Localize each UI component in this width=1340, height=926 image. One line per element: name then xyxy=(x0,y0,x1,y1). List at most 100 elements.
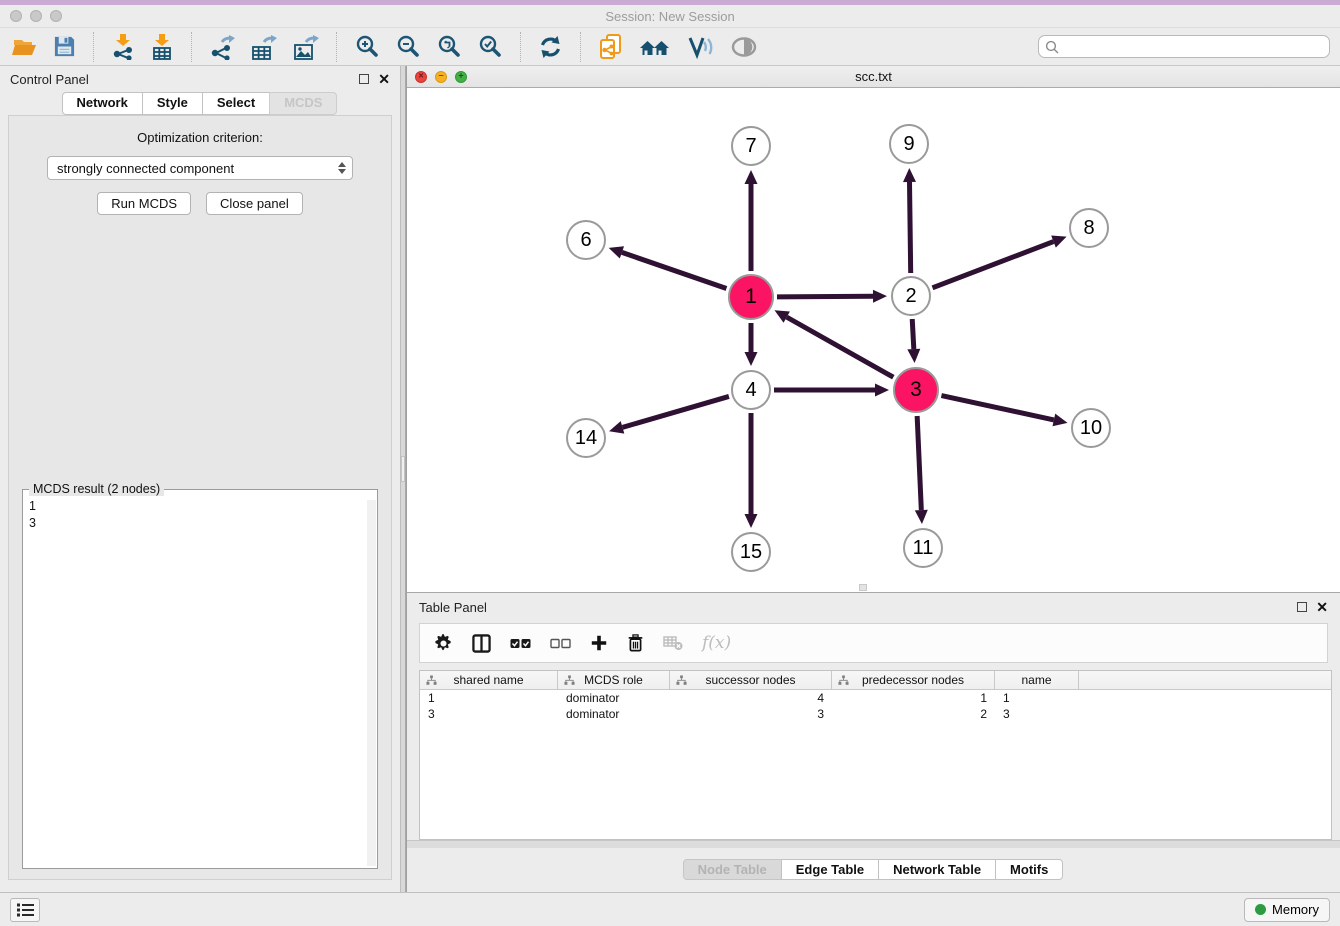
graph-node-4[interactable]: 4 xyxy=(731,370,771,410)
table-row[interactable]: 1dominator411 xyxy=(420,690,1331,706)
table-cell[interactable]: 1 xyxy=(420,691,558,705)
right-side: × − + scc.txt 7968124314101511 Table Pan… xyxy=(406,66,1340,892)
column-header-shared-name[interactable]: shared name xyxy=(420,671,558,689)
tab-style[interactable]: Style xyxy=(142,92,203,115)
memory-button[interactable]: Memory xyxy=(1244,898,1330,922)
refresh-icon xyxy=(538,35,563,59)
close-table-panel-icon[interactable]: ✕ xyxy=(1316,602,1328,612)
graph-node-14[interactable]: 14 xyxy=(566,418,606,458)
clone-network-button[interactable] xyxy=(596,31,625,63)
edge-3-1[interactable] xyxy=(775,310,894,377)
table-cell[interactable]: 4 xyxy=(670,691,832,705)
tab-select[interactable]: Select xyxy=(202,92,270,115)
table-cell[interactable]: dominator xyxy=(558,707,670,721)
column-header-predecessor-nodes[interactable]: predecessor nodes xyxy=(832,671,995,689)
graph-node-3[interactable]: 3 xyxy=(893,367,939,413)
graph-node-2[interactable]: 2 xyxy=(891,276,931,316)
edge-3-10[interactable] xyxy=(941,396,1067,427)
table-cell[interactable]: 2 xyxy=(832,707,995,721)
close-panel-button[interactable]: Close panel xyxy=(206,192,303,215)
select-all-rows-button[interactable] xyxy=(510,637,531,650)
edge-3-11[interactable] xyxy=(915,416,928,524)
refresh-button[interactable] xyxy=(536,33,565,61)
tab-mcds[interactable]: MCDS xyxy=(269,92,337,115)
table-cell[interactable]: 1 xyxy=(995,691,1079,705)
edge-1-2[interactable] xyxy=(777,290,887,303)
zoom-fit-icon xyxy=(436,34,462,60)
zoom-fit-button[interactable] xyxy=(434,32,464,62)
close-panel-icon[interactable]: ✕ xyxy=(378,74,390,84)
column-header-label: name xyxy=(1021,673,1051,687)
delete-table-button[interactable] xyxy=(663,635,683,651)
open-session-button[interactable] xyxy=(10,33,40,61)
function-builder-button[interactable]: f(x) xyxy=(702,633,731,653)
tab-motifs[interactable]: Motifs xyxy=(995,859,1063,880)
titlebar: Session: New Session xyxy=(0,5,1340,28)
search-input[interactable] xyxy=(1063,40,1323,54)
panel-divider[interactable] xyxy=(400,66,406,892)
tab-edge-table[interactable]: Edge Table xyxy=(781,859,879,880)
edge-1-6[interactable] xyxy=(609,246,727,288)
zoom-out-button[interactable] xyxy=(393,32,423,62)
search-box[interactable] xyxy=(1038,35,1330,58)
graph-node-8[interactable]: 8 xyxy=(1069,208,1109,248)
column-header-name[interactable]: name xyxy=(995,671,1079,689)
unchecked-boxes-icon xyxy=(550,637,571,650)
import-table-button[interactable] xyxy=(148,31,176,62)
table-cell[interactable]: 3 xyxy=(995,707,1079,721)
edge-2-8[interactable] xyxy=(932,235,1066,287)
graph-node-11[interactable]: 11 xyxy=(903,528,943,568)
graph-node-9[interactable]: 9 xyxy=(889,124,929,164)
column-header-label: MCDS role xyxy=(584,673,643,687)
cyndex-button[interactable] xyxy=(684,32,716,62)
save-session-button[interactable] xyxy=(51,33,78,60)
add-column-button[interactable] xyxy=(590,634,608,652)
edge-4-15[interactable] xyxy=(745,413,758,528)
table-cell[interactable]: dominator xyxy=(558,691,670,705)
divider-grip[interactable] xyxy=(401,456,405,482)
export-network-button[interactable] xyxy=(207,32,237,62)
table-settings-button[interactable] xyxy=(434,634,453,653)
edge-4-3[interactable] xyxy=(774,384,889,397)
float-table-panel-icon[interactable] xyxy=(1297,602,1307,612)
delete-column-button[interactable] xyxy=(627,633,644,653)
import-network-button[interactable] xyxy=(109,31,137,62)
graph-node-7[interactable]: 7 xyxy=(731,126,771,166)
graph-node-6[interactable]: 6 xyxy=(566,220,606,260)
graph-node-10[interactable]: 10 xyxy=(1071,408,1111,448)
graph-node-15[interactable]: 15 xyxy=(731,532,771,572)
export-table-button[interactable] xyxy=(248,32,279,62)
run-mcds-button[interactable]: Run MCDS xyxy=(97,192,191,215)
tab-network[interactable]: Network xyxy=(62,92,143,115)
edge-2-3[interactable] xyxy=(907,319,920,363)
edge-2-9[interactable] xyxy=(903,168,916,273)
mcds-result-box: MCDS result (2 nodes) 13 xyxy=(22,489,378,869)
edge-1-4[interactable] xyxy=(745,323,758,366)
export-image-button[interactable] xyxy=(290,32,321,62)
tab-node-table[interactable]: Node Table xyxy=(683,859,782,880)
table-cell[interactable]: 1 xyxy=(832,691,995,705)
column-header-mcds-role[interactable]: MCDS role xyxy=(558,671,670,689)
network-canvas[interactable]: 7 9 6 8 1 2 4 3 14 10 15 11 xyxy=(407,88,1340,592)
task-history-button[interactable] xyxy=(10,898,40,922)
column-header-successor-nodes[interactable]: successor nodes xyxy=(670,671,832,689)
canvas-resize-grip[interactable] xyxy=(859,584,867,591)
float-panel-icon[interactable] xyxy=(359,74,369,84)
optimization-criterion-select[interactable]: strongly connected component xyxy=(47,156,353,180)
network-view-title: scc.txt xyxy=(407,69,1340,84)
tab-network-table[interactable]: Network Table xyxy=(878,859,996,880)
graphics-details-button[interactable] xyxy=(727,34,761,60)
table-row[interactable]: 3dominator323 xyxy=(420,706,1331,722)
deselect-all-rows-button[interactable] xyxy=(550,637,571,650)
table-cell[interactable]: 3 xyxy=(420,707,558,721)
edge-4-14[interactable] xyxy=(609,396,729,433)
zoom-in-button[interactable] xyxy=(352,32,382,62)
network-overview-button[interactable] xyxy=(636,33,673,61)
edge-1-7[interactable] xyxy=(745,170,758,271)
zoom-selected-button[interactable] xyxy=(475,32,505,62)
column-layout-button[interactable] xyxy=(472,634,491,653)
column-header-label: successor nodes xyxy=(705,673,795,687)
graph-node-1[interactable]: 1 xyxy=(728,274,774,320)
table-cell[interactable]: 3 xyxy=(670,707,832,721)
result-scrollbar[interactable] xyxy=(367,500,376,866)
